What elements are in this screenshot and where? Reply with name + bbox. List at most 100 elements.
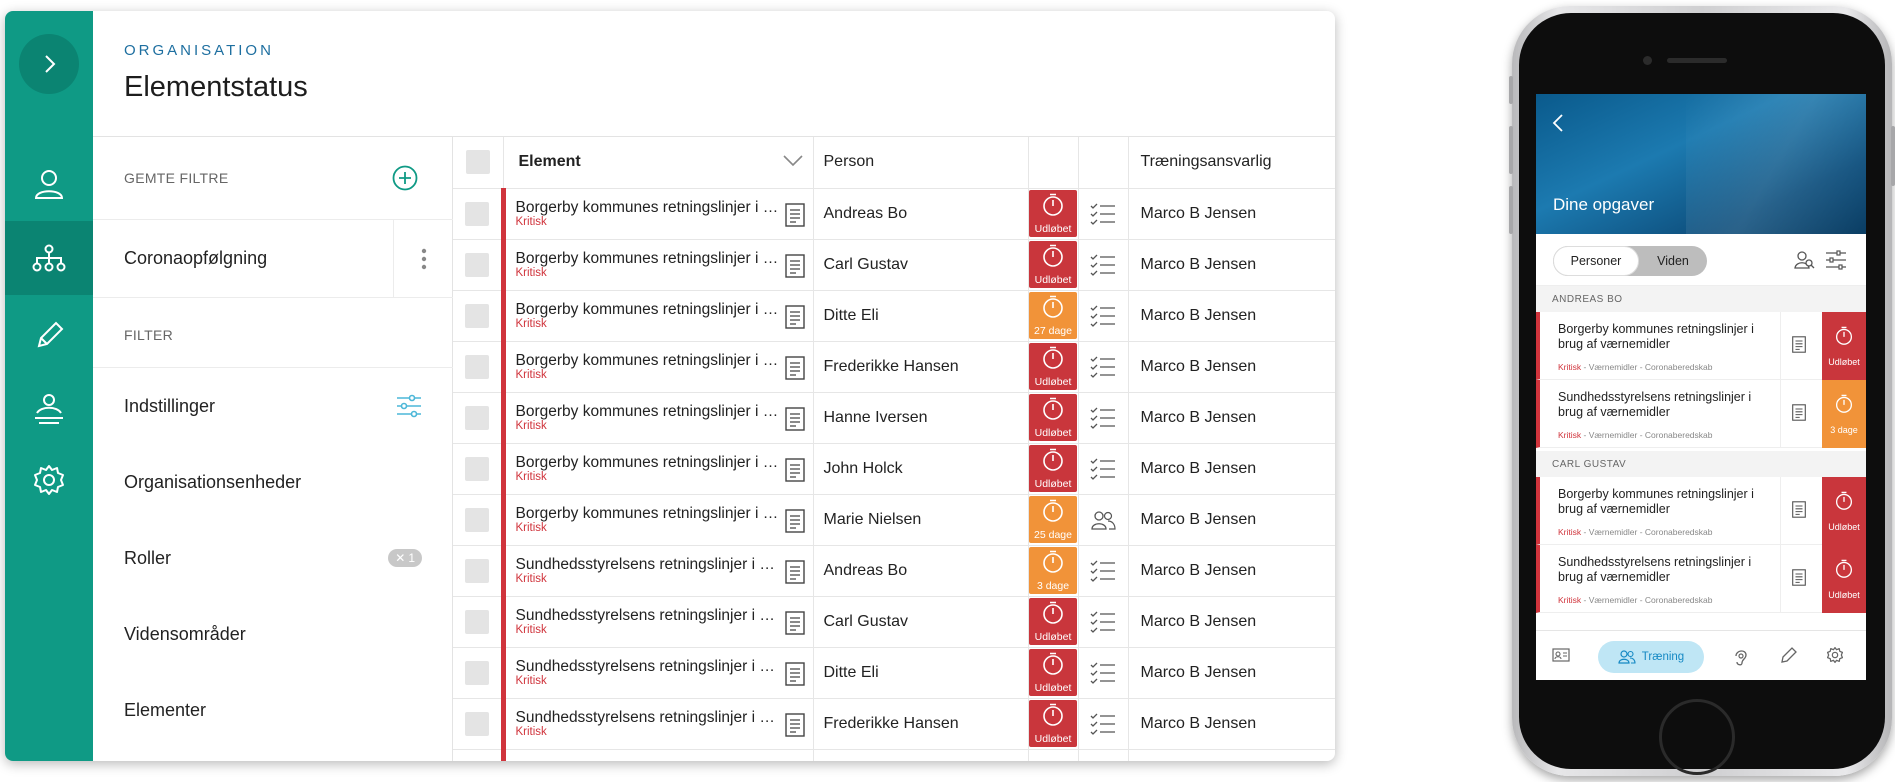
table-row[interactable]: Sundhedsstyrelsens retningslinjer i brug… <box>453 647 1335 699</box>
element-cell[interactable]: Sundhedsstyrelsens retningslinjer i brug… <box>500 647 814 699</box>
type-cell[interactable] <box>1078 341 1129 393</box>
phone-home-button[interactable] <box>1659 699 1735 775</box>
document-icon[interactable] <box>784 559 805 589</box>
type-cell[interactable] <box>1078 596 1129 648</box>
row-checkbox[interactable] <box>453 596 504 648</box>
document-icon[interactable] <box>784 508 805 538</box>
page-title: Elementstatus <box>124 71 308 103</box>
table-row[interactable]: Borgerby kommunes retningslinjer i brug … <box>453 239 1335 291</box>
document-icon[interactable] <box>784 712 805 742</box>
saved-filter-menu-button[interactable] <box>393 220 453 298</box>
document-icon[interactable] <box>784 406 805 436</box>
person-cell: Frederikke Hansen <box>813 341 1029 393</box>
rail-item-settings[interactable] <box>5 443 93 517</box>
table-row[interactable]: Borgerby kommunes retningslinjer i brug … <box>453 443 1335 495</box>
document-icon[interactable] <box>784 610 805 640</box>
document-icon[interactable] <box>784 661 805 691</box>
type-cell[interactable] <box>1078 698 1129 750</box>
element-cell[interactable]: Borgerby kommunes retningslinjer i brug … <box>500 188 814 240</box>
table-row[interactable]: Sundhedsstyrelsens retningslinjer i brug… <box>453 698 1335 750</box>
element-cell[interactable]: Sundhedsstyrelsens retningslinjer i brug… <box>500 545 814 597</box>
type-cell[interactable] <box>1078 188 1129 240</box>
person-filter-button[interactable] <box>1793 250 1815 275</box>
select-all-checkbox[interactable] <box>453 137 504 189</box>
row-checkbox[interactable] <box>453 647 504 699</box>
element-cell[interactable]: Borgerby kommunes retningslinjer i brug … <box>500 494 814 546</box>
type-cell[interactable] <box>1078 290 1129 342</box>
filter-settings-button[interactable] <box>1825 250 1847 275</box>
table-row[interactable]: Borgerby kommunes retningslinjer i brug … <box>453 290 1335 342</box>
document-icon[interactable] <box>784 253 805 283</box>
chevron-down-icon[interactable] <box>782 155 803 167</box>
rail-item-profile[interactable] <box>5 147 93 221</box>
table-row[interactable]: Borgerby kommunes retningslinjer i brug … <box>453 494 1335 546</box>
task-card[interactable]: Borgerby kommunes retningslinjer i brug … <box>1536 477 1866 545</box>
column-header-element[interactable]: Element <box>503 137 814 189</box>
nav-item-settings[interactable] <box>1826 646 1844 669</box>
row-checkbox[interactable] <box>453 341 504 393</box>
segment-viden[interactable]: Viden <box>1639 246 1707 276</box>
task-card[interactable]: Sundhedsstyrelsens retningslinjer i brug… <box>1536 380 1866 448</box>
table-row[interactable]: Borgerby kommunes retningslinjer i brug … <box>453 188 1335 240</box>
rail-item-edit[interactable] <box>5 299 93 373</box>
type-cell[interactable] <box>1078 392 1129 444</box>
row-checkbox[interactable] <box>453 392 504 444</box>
filter-item-roller[interactable]: Roller ✕ 1 <box>93 520 453 596</box>
column-header-owner[interactable]: Træningsansvarlig <box>1128 137 1335 189</box>
table-row[interactable]: Borgerby kommunes retningslinjer i brug … <box>453 392 1335 444</box>
row-checkbox[interactable] <box>453 443 504 495</box>
checklist-icon <box>1079 304 1128 328</box>
row-checkbox[interactable] <box>453 698 504 750</box>
document-icon[interactable] <box>784 304 805 334</box>
element-cell[interactable]: Borgerby kommunes retningslinjer i brug … <box>500 341 814 393</box>
sidebar-toggle-button[interactable] <box>19 34 79 94</box>
document-icon[interactable] <box>1792 501 1806 523</box>
table-row[interactable]: Sundhedsstyrelsens retningslinjer i brug… <box>453 596 1335 648</box>
document-icon[interactable] <box>1792 404 1806 426</box>
table-row[interactable]: Borgerby kommunes retningslinjer i brug … <box>453 341 1335 393</box>
back-button[interactable] <box>1552 114 1564 137</box>
filter-item-indstillinger[interactable]: Indstillinger <box>93 368 453 444</box>
row-checkbox[interactable] <box>453 545 504 597</box>
task-card[interactable]: Borgerby kommunes retningslinjer i brug … <box>1536 312 1866 380</box>
document-icon[interactable] <box>784 202 805 232</box>
row-checkbox[interactable] <box>453 290 504 342</box>
type-cell[interactable] <box>1078 545 1129 597</box>
table-row[interactable] <box>453 749 1335 761</box>
rail-item-training[interactable] <box>5 371 93 445</box>
type-cell[interactable] <box>1078 443 1129 495</box>
rail-item-organisation[interactable] <box>5 221 93 295</box>
element-cell[interactable]: Borgerby kommunes retningslinjer i brug … <box>500 443 814 495</box>
task-card[interactable]: Sundhedsstyrelsens retningslinjer i brug… <box>1536 545 1866 613</box>
element-cell[interactable]: Borgerby kommunes retningslinjer i brug … <box>500 392 814 444</box>
document-icon[interactable] <box>784 457 805 487</box>
nav-item-profile[interactable] <box>1552 648 1570 667</box>
filter-item-vidensomraader[interactable]: Vidensområder <box>93 596 453 672</box>
document-icon[interactable] <box>784 355 805 385</box>
table-row[interactable]: Sundhedsstyrelsens retningslinjer i brug… <box>453 545 1335 597</box>
document-icon[interactable] <box>1792 569 1806 591</box>
filter-count-chip[interactable]: ✕ 1 <box>388 549 422 567</box>
filter-item-organisationsenheder[interactable]: Organisationsenheder <box>93 444 453 520</box>
nav-item-edit[interactable] <box>1780 646 1798 669</box>
row-checkbox[interactable] <box>453 494 504 546</box>
type-cell[interactable] <box>1078 494 1129 546</box>
nav-item-training[interactable]: Træning <box>1598 641 1704 673</box>
element-name: Borgerby kommunes retningslinjer i brug … <box>515 453 781 471</box>
element-cell[interactable]: Borgerby kommunes retningslinjer i brug … <box>500 239 814 291</box>
saved-filter-item[interactable]: Coronaopfølgning <box>93 220 453 298</box>
critical-label: Kritisk <box>515 470 547 483</box>
element-cell[interactable]: Sundhedsstyrelsens retningslinjer i brug… <box>500 596 814 648</box>
row-checkbox[interactable] <box>453 239 504 291</box>
nav-item-follow[interactable] <box>1732 646 1750 671</box>
column-header-person[interactable]: Person <box>813 137 1029 189</box>
row-checkbox[interactable] <box>453 188 504 240</box>
segment-personer[interactable]: Personer <box>1553 246 1639 276</box>
document-icon[interactable] <box>1792 336 1806 358</box>
type-cell[interactable] <box>1078 239 1129 291</box>
element-cell[interactable]: Borgerby kommunes retningslinjer i brug … <box>500 290 814 342</box>
element-cell[interactable]: Sundhedsstyrelsens retningslinjer i brug… <box>500 698 814 750</box>
add-filter-button[interactable] <box>392 165 418 196</box>
type-cell[interactable] <box>1078 647 1129 699</box>
filter-item-elementer[interactable]: Elementer <box>93 672 453 748</box>
